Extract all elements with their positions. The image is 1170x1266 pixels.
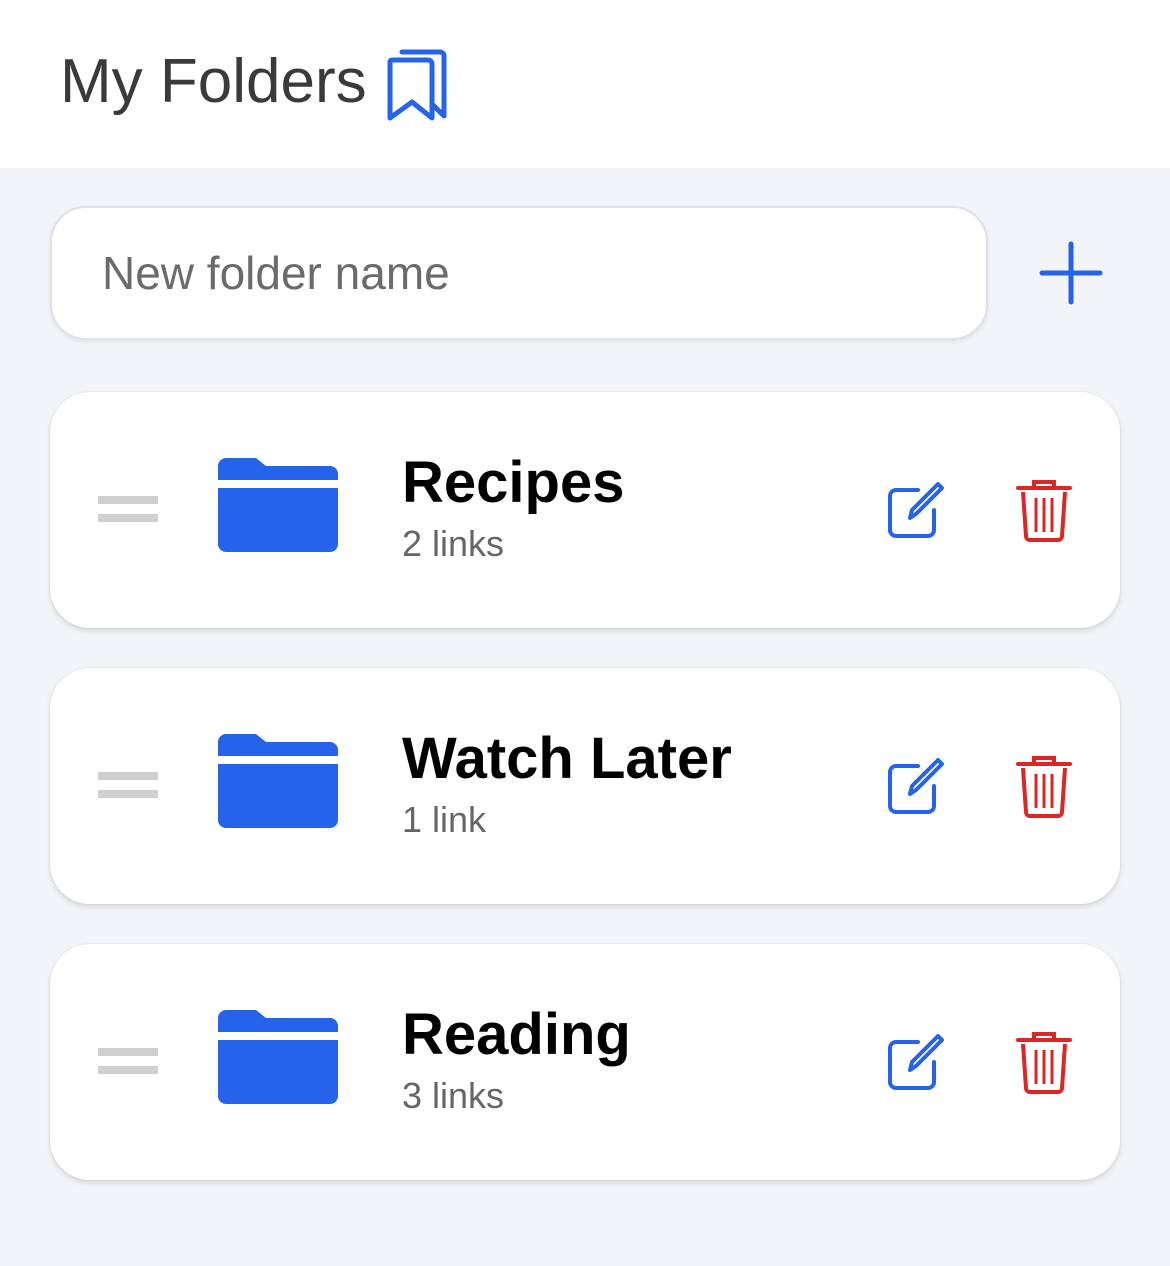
folder-card[interactable]: Watch Later 1 link	[50, 668, 1120, 904]
delete-folder-button[interactable]	[1014, 478, 1074, 542]
drag-handle-icon[interactable]	[98, 1048, 158, 1076]
trash-icon	[1016, 1032, 1072, 1094]
folder-card[interactable]: Reading 3 links	[50, 944, 1120, 1180]
edit-icon	[888, 1034, 944, 1090]
plus-icon	[1039, 241, 1103, 305]
new-folder-input[interactable]	[50, 206, 988, 340]
edit-folder-button[interactable]	[886, 1030, 946, 1094]
folder-icon	[218, 1010, 338, 1104]
edit-folder-button[interactable]	[886, 478, 946, 542]
edit-icon	[888, 758, 944, 814]
folder-card[interactable]: Recipes 2 links	[50, 392, 1120, 628]
edit-icon	[888, 482, 944, 538]
folder-link-count: 3 links	[402, 1075, 505, 1116]
bookmarks-icon	[387, 49, 447, 121]
folder-link-count: 2 links	[402, 523, 505, 564]
folder-icon	[218, 458, 338, 552]
folder-link-count: 1 link	[402, 799, 487, 840]
page-title: My Folders	[60, 47, 367, 116]
trash-icon	[1016, 480, 1072, 542]
drag-handle-icon[interactable]	[98, 496, 158, 524]
folder-name: Watch Later	[402, 726, 732, 791]
new-folder-row	[0, 168, 1170, 368]
edit-folder-button[interactable]	[886, 754, 946, 818]
add-folder-button[interactable]	[1036, 238, 1106, 308]
drag-handle-icon[interactable]	[98, 772, 158, 800]
trash-icon	[1016, 756, 1072, 818]
folder-name: Reading	[402, 1002, 631, 1067]
folder-name: Recipes	[402, 450, 625, 515]
delete-folder-button[interactable]	[1014, 754, 1074, 818]
folder-icon	[218, 734, 338, 828]
app-header: My Folders	[0, 0, 1170, 168]
delete-folder-button[interactable]	[1014, 1030, 1074, 1094]
